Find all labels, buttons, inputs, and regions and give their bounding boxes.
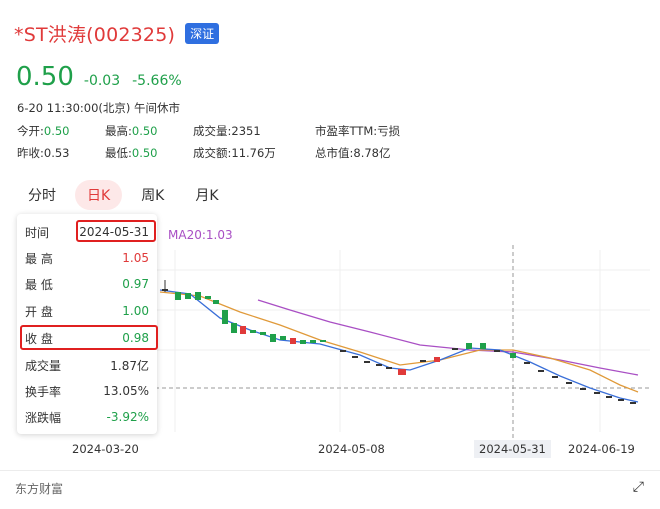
stat-open: 今开:0.50 <box>17 124 70 138</box>
xaxis-label-1: 2024-03-20 <box>72 442 139 456</box>
market-time-status: 6-20 11:30:00(北京) 午间休市 <box>17 101 181 115</box>
price-row: 0.50 -0.03 -5.66% <box>16 62 182 92</box>
tab-weekly-k[interactable]: 周K <box>129 180 176 210</box>
ma10-line <box>159 291 639 393</box>
current-price: 0.50 <box>16 62 74 92</box>
stat-high: 最高:0.50 <box>105 124 158 138</box>
xaxis-label-crosshair: 2024-05-31 <box>474 440 551 458</box>
expand-icon[interactable]: ⤢ <box>633 479 644 495</box>
highlight-time-box <box>76 220 156 242</box>
stock-name: *ST洪涛(002325) <box>14 24 176 46</box>
stat-turnover: 成交额:11.76万 <box>193 146 276 160</box>
exchange-badge[interactable]: 深证 <box>185 23 220 44</box>
xaxis-label-4: 2024-06-19 <box>568 442 635 456</box>
chart-tabs: 分时 日K 周K 月K <box>16 180 238 210</box>
candlesticks <box>162 280 636 404</box>
tooltip-turnover-row: 换手率 13.05% <box>25 384 149 399</box>
tooltip-high-row: 最 高 1.05 <box>25 251 149 266</box>
tooltip-change-row: 涨跌幅 -3.92% <box>25 410 149 425</box>
price-change: -0.03 <box>83 73 121 89</box>
stat-low: 最低:0.50 <box>105 146 158 160</box>
brand-label: 东方财富 <box>15 482 64 496</box>
kline-tooltip: 时间 2024-05-31 最 高 1.05 最 低 0.97 开 盘 1.00… <box>17 214 157 434</box>
price-change-pct: -5.66% <box>132 73 182 89</box>
stat-volume: 成交量:2351 <box>193 124 261 138</box>
footer: 东方财富 ⤢ <box>0 470 660 509</box>
highlight-close-box <box>20 325 158 350</box>
tooltip-open-row: 开 盘 1.00 <box>25 304 149 319</box>
tab-intraday[interactable]: 分时 <box>16 180 68 210</box>
tooltip-volume-row: 成交量 1.87亿 <box>25 358 149 373</box>
stat-market-cap: 总市值:8.78亿 <box>315 146 391 160</box>
ma20-label: MA20:1.03 <box>168 228 233 242</box>
xaxis-label-2: 2024-05-08 <box>318 442 385 456</box>
stat-prev-close: 昨收:0.53 <box>17 146 70 160</box>
tooltip-low-row: 最 低 0.97 <box>25 277 149 292</box>
stat-pe: 市盈率TTM:亏损 <box>315 124 401 138</box>
tab-monthly-k[interactable]: 月K <box>183 180 230 210</box>
ma5-line <box>159 289 639 403</box>
tab-daily-k[interactable]: 日K <box>75 180 123 210</box>
title-row: *ST洪涛(002325) 深证 <box>14 20 220 47</box>
